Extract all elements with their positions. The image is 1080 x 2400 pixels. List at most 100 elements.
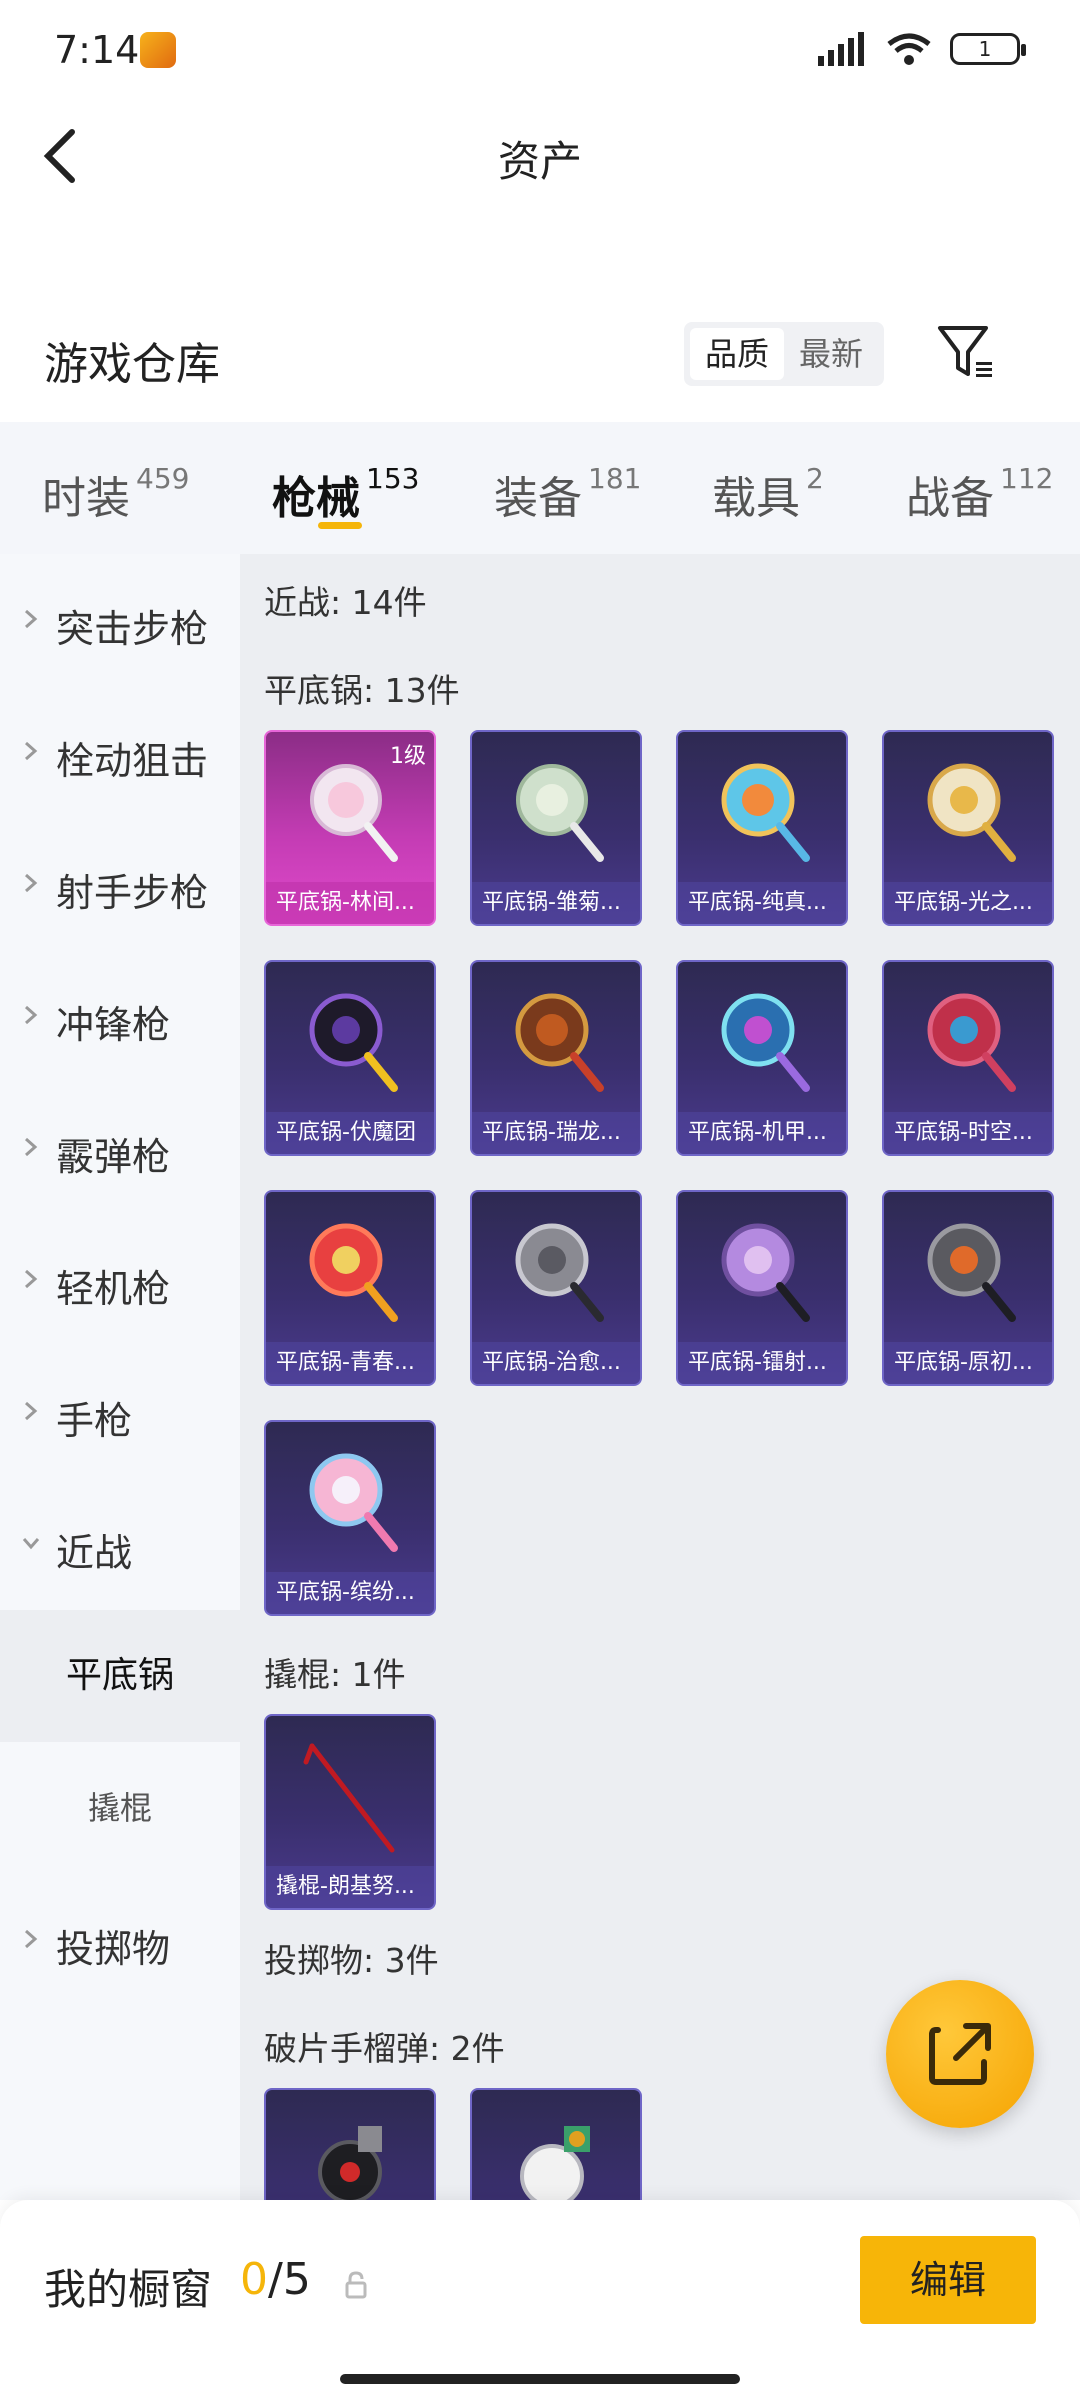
sidebar-item-throwable[interactable]: 投掷物 xyxy=(0,1874,240,2006)
crowbar-skin-icon xyxy=(303,1743,395,1853)
item-name: 平底锅-治愈... xyxy=(472,1342,640,1384)
chevron-right-icon xyxy=(25,1005,38,1025)
showcase-bar: 我的橱窗 0/5 编辑 xyxy=(0,2200,1080,2400)
item-card[interactable]: 平底锅-缤纷... xyxy=(264,1420,436,1616)
showcase-label: 我的橱窗 xyxy=(44,2265,213,2314)
chevron-right-icon xyxy=(25,873,38,893)
pan-skin-icon xyxy=(927,993,1016,1092)
chevron-right-icon xyxy=(25,1269,38,1289)
item-name: 平底锅-青春... xyxy=(266,1342,434,1384)
sidebar-item-smg[interactable]: 冲锋枪 xyxy=(0,950,240,1082)
share-fab-button[interactable] xyxy=(886,1980,1034,2128)
pan-skin-icon xyxy=(927,1223,1016,1322)
grenade-skin-icon xyxy=(318,2126,382,2200)
item-name: 平底锅-光之... xyxy=(884,882,1052,924)
item-card[interactable]: 平底锅-光之... xyxy=(882,730,1054,926)
item-card[interactable] xyxy=(470,2088,642,2200)
item-card[interactable]: 平底锅-原初... xyxy=(882,1190,1054,1386)
item-card[interactable]: 平底锅-青春... xyxy=(264,1190,436,1386)
active-tab-indicator xyxy=(318,522,362,529)
pan-skin-icon xyxy=(721,1223,810,1322)
sidebar-subitem-crowbar[interactable]: 撬棍 xyxy=(0,1742,240,1874)
edit-button[interactable]: 编辑 xyxy=(860,2236,1036,2324)
melee-section-header: 近战: 14件 xyxy=(264,583,427,622)
showcase-count: 0/5 xyxy=(240,2254,311,2305)
item-card[interactable]: 平底锅-瑞龙... xyxy=(470,960,642,1156)
tab-equipment[interactable]: 装备 181 xyxy=(494,462,641,526)
item-card[interactable]: 平底锅-时空... xyxy=(882,960,1054,1156)
sort-newest-button[interactable]: 最新 xyxy=(784,328,878,380)
pan-skin-icon xyxy=(721,993,810,1092)
sidebar-subitem-pan[interactable]: 平底锅 xyxy=(0,1610,240,1742)
item-card[interactable]: 平底锅-治愈... xyxy=(470,1190,642,1386)
throwable-section-header: 投掷物: 3件 xyxy=(264,1941,439,1980)
item-name: 平底锅-镭射... xyxy=(678,1342,846,1384)
sidebar-item-pistol[interactable]: 手枪 xyxy=(0,1346,240,1478)
chevron-right-icon xyxy=(25,741,38,761)
pan-skin-icon xyxy=(515,1223,604,1322)
pan-skin-icon xyxy=(721,763,810,862)
pan-skin-icon xyxy=(309,993,398,1092)
item-name: 平底锅-瑞龙... xyxy=(472,1112,640,1154)
item-card[interactable]: 平底锅-纯真... xyxy=(676,730,848,926)
item-grid-panel: 近战: 14件 平底锅: 13件 1级 平底锅-林间... 平底锅-雏菊... … xyxy=(240,554,1080,2200)
lock-icon xyxy=(345,2271,367,2299)
grenade-section-header: 破片手榴弹: 2件 xyxy=(264,2029,505,2068)
item-card[interactable]: 平底锅-机甲... xyxy=(676,960,848,1156)
item-name: 平底锅-伏魔团 xyxy=(266,1112,434,1154)
item-card[interactable] xyxy=(264,2088,436,2200)
status-icons: 1 xyxy=(816,32,1026,66)
battery-icon: 1 xyxy=(950,33,1026,65)
item-card[interactable]: 撬棍-朗基努... xyxy=(264,1714,436,1910)
chevron-right-icon xyxy=(25,609,38,629)
tab-fashion[interactable]: 时装 459 xyxy=(42,462,189,526)
chevron-right-icon xyxy=(25,1137,38,1157)
item-card[interactable]: 平底锅-伏魔团 xyxy=(264,960,436,1156)
warehouse-title: 游戏仓库 xyxy=(44,339,220,390)
weapon-category-sidebar: 突击步枪 栓动狙击 射手步枪 冲锋枪 霰弹枪 轻机枪 手枪 近战 平底锅 撬棍 … xyxy=(0,554,240,2200)
pan-skin-icon xyxy=(927,763,1016,862)
item-name: 平底锅-时空... xyxy=(884,1112,1052,1154)
filter-icon[interactable] xyxy=(936,322,996,382)
tab-supplies[interactable]: 战备 112 xyxy=(906,462,1053,526)
chevron-right-icon xyxy=(25,1401,38,1421)
share-icon xyxy=(929,2023,991,2085)
chevron-right-icon xyxy=(25,1929,38,1949)
app-notification-icon xyxy=(140,32,176,68)
category-tabs: 时装 459 枪械 153 装备 181 载具 2 战备 112 xyxy=(0,422,1080,554)
item-card[interactable]: 平底锅-雏菊... xyxy=(470,730,642,926)
sidebar-item-lmg[interactable]: 轻机枪 xyxy=(0,1214,240,1346)
pan-skin-icon xyxy=(309,1453,398,1552)
sidebar-item-marksman-rifle[interactable]: 射手步枪 xyxy=(0,818,240,950)
item-name: 平底锅-缤纷... xyxy=(266,1572,434,1614)
grenade-skin-icon xyxy=(520,2126,590,2200)
chevron-down-icon xyxy=(22,1538,40,1550)
pan-skin-icon xyxy=(515,993,604,1092)
crowbar-section-header: 撬棍: 1件 xyxy=(264,1655,406,1694)
item-card[interactable]: 1级 平底锅-林间... xyxy=(264,730,436,926)
home-indicator xyxy=(340,2374,740,2384)
item-name: 撬棍-朗基努... xyxy=(266,1866,434,1908)
sidebar-item-bolt-sniper[interactable]: 栓动狙击 xyxy=(0,686,240,818)
item-name: 平底锅-原初... xyxy=(884,1342,1052,1384)
item-name: 平底锅-纯真... xyxy=(678,882,846,924)
wifi-icon xyxy=(887,33,931,65)
item-name: 平底锅-雏菊... xyxy=(472,882,640,924)
item-name: 平底锅-林间... xyxy=(266,882,434,924)
sidebar-item-assault-rifle[interactable]: 突击步枪 xyxy=(0,554,240,686)
pan-skin-icon xyxy=(310,764,398,862)
tab-vehicles[interactable]: 载具 2 xyxy=(712,462,824,526)
pan-skin-icon xyxy=(309,1223,398,1322)
status-time: 7:14 xyxy=(54,28,140,72)
item-card[interactable]: 平底锅-镭射... xyxy=(676,1190,848,1386)
sort-toggle: 品质 最新 xyxy=(684,322,884,386)
sort-quality-button[interactable]: 品质 xyxy=(690,328,784,380)
tab-firearms[interactable]: 枪械 153 xyxy=(272,462,419,526)
item-name: 平底锅-机甲... xyxy=(678,1112,846,1154)
sidebar-item-shotgun[interactable]: 霰弹枪 xyxy=(0,1082,240,1214)
signal-icon xyxy=(818,32,864,66)
page-title: 资产 xyxy=(497,137,582,186)
pan-section-header: 平底锅: 13件 xyxy=(264,671,460,710)
pan-skin-icon xyxy=(516,764,604,862)
sidebar-item-melee[interactable]: 近战 xyxy=(0,1478,240,1610)
